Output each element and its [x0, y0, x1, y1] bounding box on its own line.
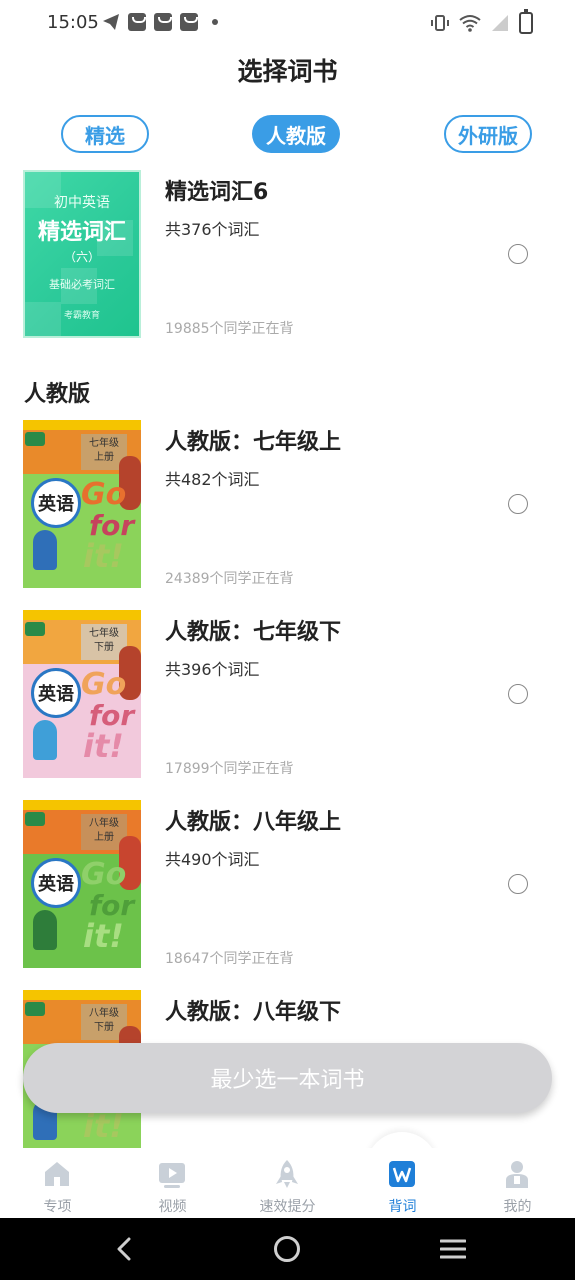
video-icon [159, 1163, 185, 1188]
book-learner-count: 19885个同学正在背 [165, 321, 294, 337]
book-cover: 七年级下册 英语 Go for it! [23, 610, 141, 778]
book-select-radio[interactable] [508, 494, 528, 514]
book-title: 人教版：七年级下 [165, 620, 342, 645]
publisher-emblem-icon [25, 432, 45, 446]
notification-icons [102, 13, 218, 31]
wifi-icon [459, 15, 481, 32]
cover-label: 初中英语 [54, 195, 110, 211]
status-time: 15:05 [47, 12, 99, 33]
book-word-count: 共396个词汇 [165, 660, 260, 679]
page-title: 选择词书 [237, 57, 338, 86]
cover-note: 基础必考词汇 [49, 278, 115, 291]
cover-term: 下册 [94, 1022, 114, 1033]
more-notifications-icon [212, 19, 218, 25]
tabbar-item-words[interactable]: 背词 [345, 1148, 460, 1218]
tab-fltrp[interactable]: 外研版 [444, 115, 532, 153]
book-title: 人教版：七年级上 [165, 430, 342, 455]
cover-term: 下册 [94, 642, 114, 653]
book-cover: 七年级上册 英语 Go for it! [23, 420, 141, 588]
book-title: 人教版：八年级下 [165, 1000, 342, 1025]
cover-slogan: for [89, 699, 135, 732]
tabbar-item-video[interactable]: 视频 [115, 1148, 230, 1218]
book-cover: 八年级上册 英语 Go for it! [23, 800, 141, 968]
vibrate-icon [431, 15, 449, 31]
cover-subject: 英语 [31, 478, 81, 528]
cover-term: 上册 [94, 452, 114, 463]
publisher-emblem-icon [25, 812, 45, 826]
section-heading: 人教版 [24, 382, 91, 407]
tab-featured[interactable]: 精选 [61, 115, 149, 153]
tab-pep[interactable]: 人教版 [252, 115, 340, 153]
cover-slogan: it! [83, 1107, 124, 1145]
book-item-featured[interactable]: 初中英语 精选词汇 （六） 基础必考词汇 考霸教育 精选词汇6 共376个词汇 … [0, 170, 575, 338]
book-learner-count: 17899个同学正在背 [165, 761, 294, 777]
cover-grade: 七年级 [89, 438, 119, 449]
cover-slogan: Go [81, 477, 127, 512]
book-item[interactable]: 八年级上册 英语 Go for it! 人教版：八年级上 共490个词汇 186… [0, 800, 575, 968]
tabbar-label: 速效提分 [259, 1199, 316, 1215]
book-select-radio[interactable] [508, 244, 528, 264]
publisher-emblem-icon [25, 622, 45, 636]
tabbar-item-boost[interactable]: 速效提分 [230, 1148, 345, 1218]
book-word-count: 共376个词汇 [165, 220, 260, 239]
book-select-radio[interactable] [508, 684, 528, 704]
book-item[interactable]: 七年级上册 英语 Go for it! 人教版：七年级上 共482个词汇 243… [0, 420, 575, 588]
cover-slogan: for [89, 509, 135, 542]
cover-brand: 考霸教育 [63, 311, 100, 321]
cover-grade: 八年级 [89, 1008, 119, 1019]
book-item[interactable]: 七年级下册 英语 Go for it! 人教版：七年级下 共396个词汇 178… [0, 610, 575, 778]
book-learner-count: 18647个同学正在背 [165, 951, 294, 967]
tabbar-item-profile[interactable]: 我的 [460, 1148, 575, 1218]
book-title: 精选词汇6 [165, 180, 269, 205]
signal-icon [492, 15, 508, 31]
cover-slogan: it! [83, 917, 124, 955]
cover-slogan: Go [81, 667, 127, 702]
book-word-count: 共490个词汇 [165, 850, 260, 869]
recents-menu-icon[interactable] [440, 1237, 466, 1261]
home-icon [45, 1162, 69, 1186]
shopping-bag-icon [128, 13, 146, 31]
cover-grade: 八年级 [89, 818, 119, 829]
back-icon[interactable] [112, 1236, 138, 1262]
tabbar-label: 我的 [503, 1199, 532, 1215]
book-word-count: 共482个词汇 [165, 470, 260, 489]
shopping-bag-icon [180, 13, 198, 31]
word-book-icon [389, 1161, 415, 1187]
book-title: 人教版：八年级上 [165, 810, 342, 835]
cover-slogan: for [89, 889, 135, 922]
tabbar-item-special[interactable]: 专项 [0, 1148, 115, 1218]
cover-term: 上册 [94, 832, 114, 843]
rocket-icon [276, 1160, 298, 1188]
battery-icon [519, 9, 533, 34]
telegram-icon [103, 14, 119, 30]
shopping-bag-icon [154, 13, 172, 31]
bottom-tab-bar: 专项 视频 速效提分 背词 我的 [0, 1148, 575, 1218]
system-icons [430, 9, 533, 34]
book-cover: 初中英语 精选词汇 （六） 基础必考词汇 考霸教育 [23, 170, 141, 338]
book-learner-count: 24389个同学正在背 [165, 571, 294, 587]
cover-title: 精选词汇 [37, 220, 126, 245]
publisher-emblem-icon [25, 1002, 45, 1016]
cover-slogan: it! [83, 537, 124, 575]
tabbar-label: 视频 [158, 1199, 187, 1215]
cover-slogan: Go [81, 857, 127, 892]
cover-grade: 七年级 [89, 628, 119, 639]
cover-subject: 英语 [31, 858, 81, 908]
confirm-selection-button[interactable]: 最少选一本词书 [23, 1043, 552, 1113]
cover-volume: （六） [63, 250, 100, 264]
status-bar: 15:05 [0, 0, 575, 48]
home-button-icon[interactable] [274, 1236, 300, 1262]
tabbar-label: 背词 [388, 1199, 417, 1215]
profile-icon [506, 1161, 528, 1188]
system-navigation-bar [0, 1218, 575, 1280]
tabbar-label: 专项 [43, 1199, 72, 1215]
cover-slogan: it! [83, 727, 124, 765]
cover-subject: 英语 [31, 668, 81, 718]
book-select-radio[interactable] [508, 874, 528, 894]
